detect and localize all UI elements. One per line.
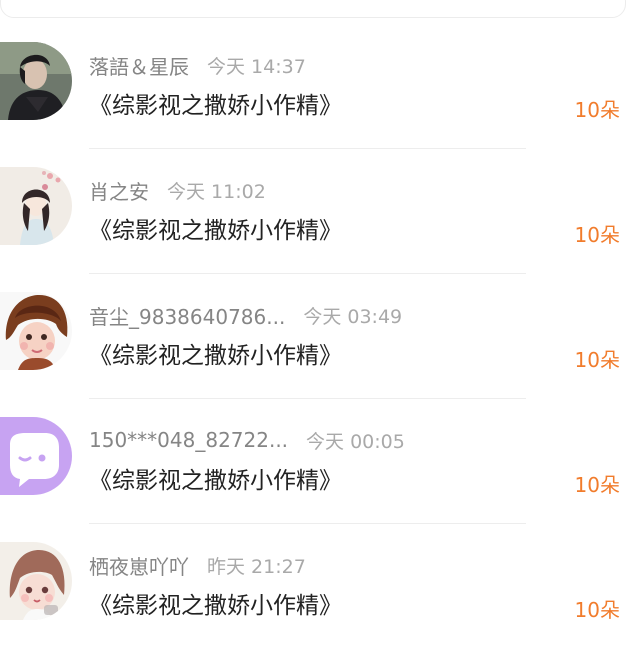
record-meta: 栖夜崽吖吖 昨天 21:27	[89, 550, 306, 580]
item-divider	[89, 398, 526, 399]
gift-record-item[interactable]: 音尘_9838640786... 今天 03:49 《综影视之撒娇小作精》 10…	[0, 292, 640, 417]
item-divider	[89, 148, 526, 149]
avatar[interactable]	[0, 42, 72, 120]
record-meta: 肖之安 今天 11:02	[89, 175, 266, 205]
avatar[interactable]	[0, 417, 72, 495]
timestamp: 今天 00:05	[306, 430, 405, 453]
gift-count: 10朵	[574, 98, 620, 122]
item-divider	[89, 523, 526, 524]
username[interactable]: 音尘_9838640786...	[89, 301, 285, 330]
ancient-style-girl-avatar-icon	[0, 167, 72, 245]
username[interactable]: 肖之安	[89, 176, 149, 205]
cartoon-girl-avatar-icon	[0, 292, 72, 370]
young-man-photo-avatar-icon	[0, 42, 72, 120]
username[interactable]: 150***048_82722...	[89, 428, 288, 452]
timestamp: 今天 11:02	[167, 180, 266, 203]
gift-count: 10朵	[574, 473, 620, 497]
avatar[interactable]	[0, 292, 72, 370]
timestamp: 今天 03:49	[303, 305, 403, 328]
gift-record-item[interactable]: 落語＆星辰 今天 14:37 《综影视之撒娇小作精》 10朵	[0, 42, 640, 167]
gift-record-item[interactable]: 150***048_82722... 今天 00:05 《综影视之撒娇小作精》 …	[0, 417, 640, 542]
gift-count: 10朵	[574, 348, 620, 372]
book-title[interactable]: 《综影视之撒娇小作精》	[89, 86, 342, 120]
record-meta: 150***048_82722... 今天 00:05	[89, 425, 405, 455]
book-title[interactable]: 《综影视之撒娇小作精》	[89, 211, 342, 245]
timestamp: 今天 14:37	[207, 55, 306, 78]
record-meta: 落語＆星辰 今天 14:37	[89, 50, 306, 80]
book-title[interactable]: 《综影视之撒娇小作精》	[89, 336, 342, 370]
previous-card-edge	[0, 0, 626, 18]
gift-count: 10朵	[574, 598, 620, 622]
book-title[interactable]: 《综影视之撒娇小作精》	[89, 461, 342, 495]
purple-chat-bubble-avatar-icon	[0, 417, 72, 495]
gift-record-item[interactable]: 栖夜崽吖吖 昨天 21:27 《综影视之撒娇小作精》 10朵	[0, 542, 640, 667]
username[interactable]: 落語＆星辰	[89, 51, 189, 80]
gift-record-item[interactable]: 肖之安 今天 11:02 《综影视之撒娇小作精》 10朵	[0, 167, 640, 292]
anime-girl-avatar-icon	[0, 542, 72, 620]
username[interactable]: 栖夜崽吖吖	[89, 551, 189, 580]
book-title[interactable]: 《综影视之撒娇小作精》	[89, 586, 342, 620]
item-divider	[89, 273, 526, 274]
timestamp: 昨天 21:27	[207, 555, 306, 578]
avatar[interactable]	[0, 167, 72, 245]
avatar[interactable]	[0, 542, 72, 620]
gift-count: 10朵	[574, 223, 620, 247]
record-meta: 音尘_9838640786... 今天 03:49	[89, 300, 402, 330]
